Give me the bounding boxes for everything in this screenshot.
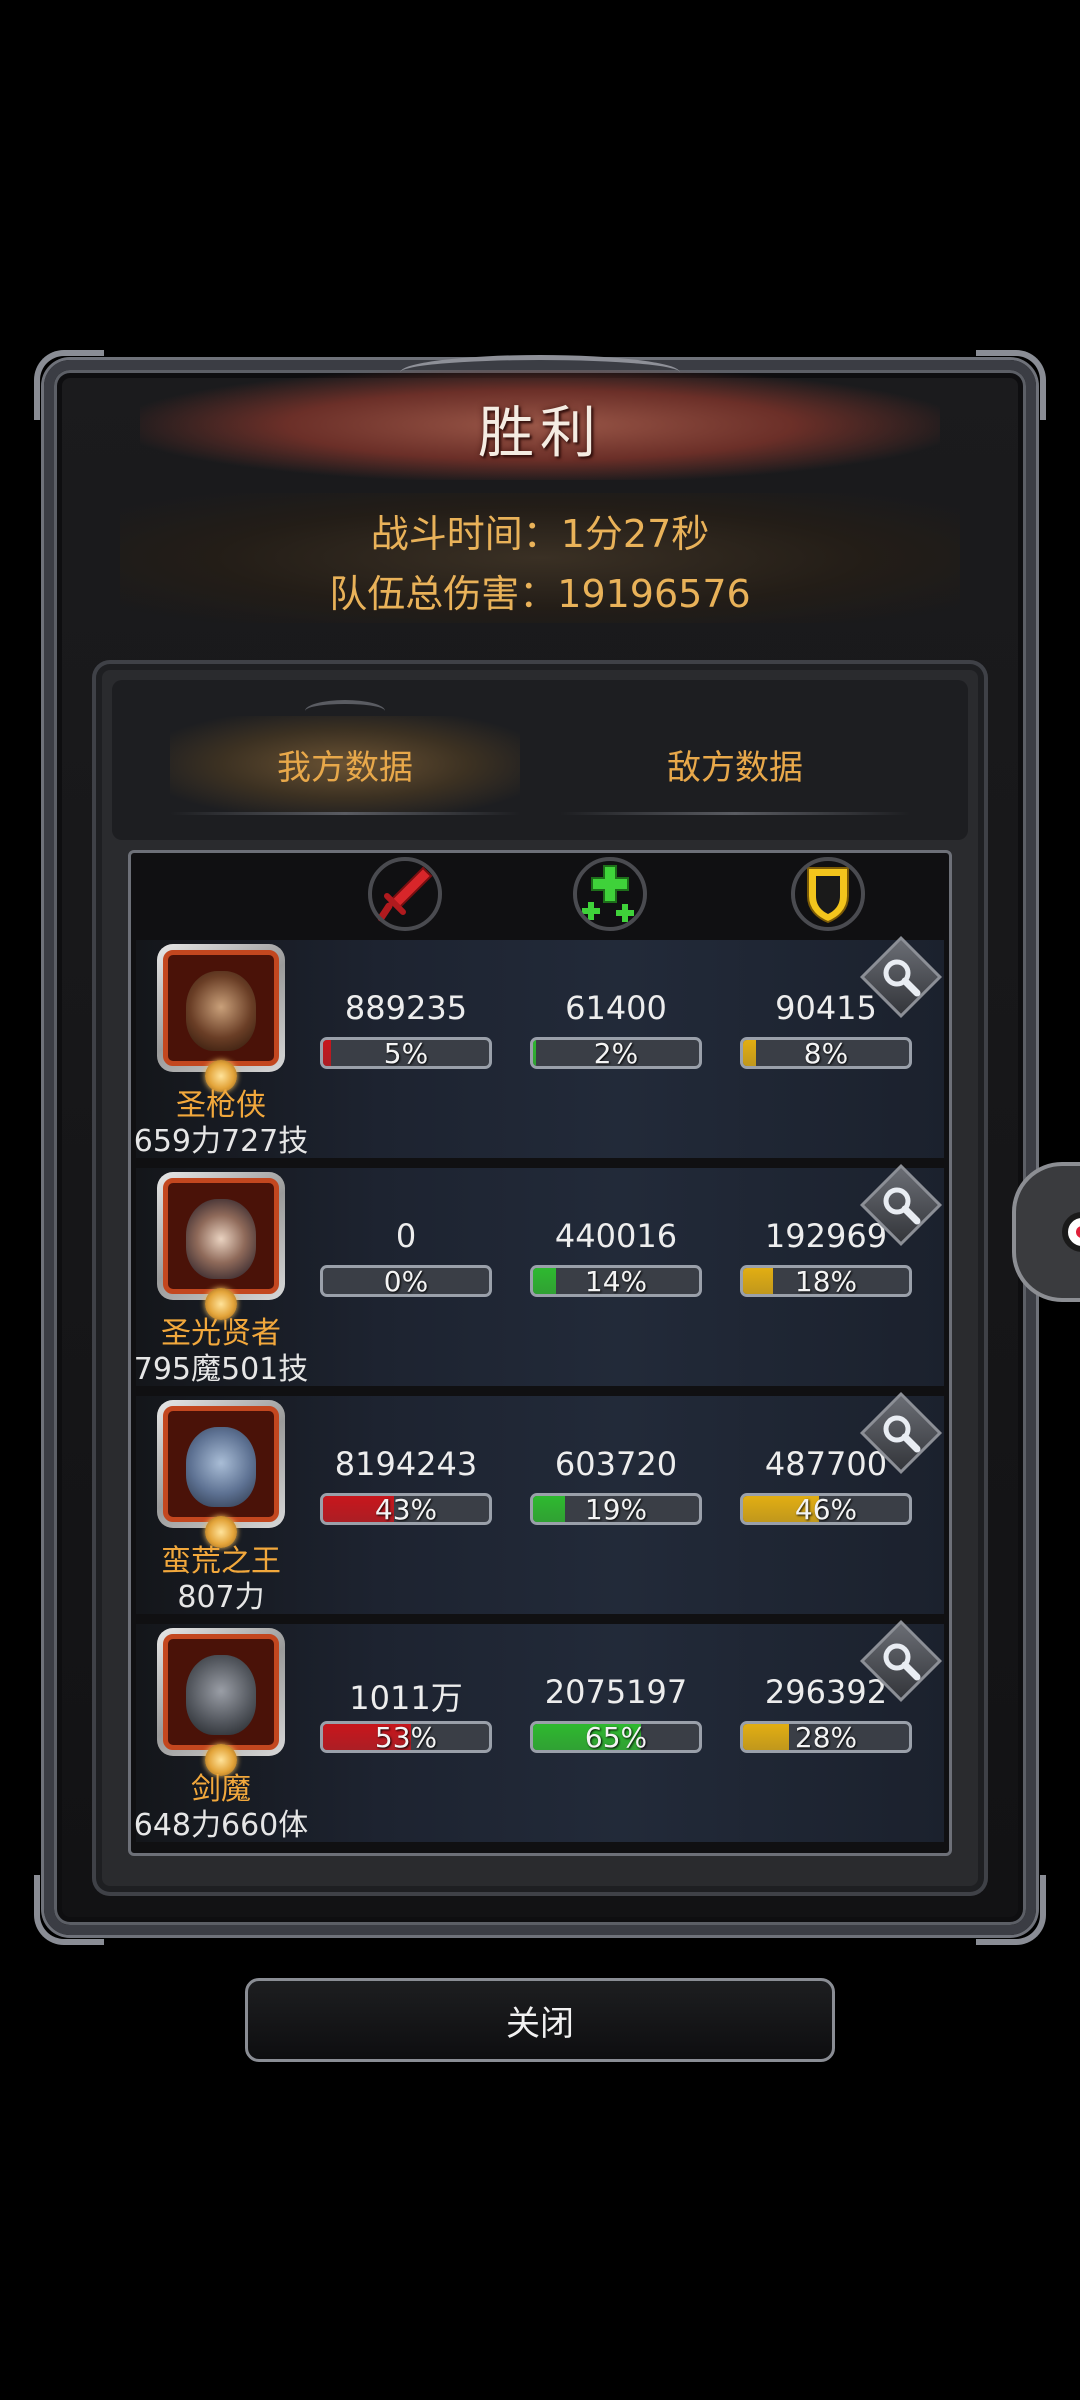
hero-avatar — [186, 1427, 256, 1507]
hero-portrait[interactable] — [157, 1628, 285, 1756]
damage-value: 889235 — [344, 989, 468, 1027]
magnifier-icon — [883, 959, 921, 997]
damage-share-bar: 5% — [320, 1037, 492, 1069]
hero-avatar — [186, 1655, 256, 1735]
tab-enemy-data[interactable]: 敌方数据 — [560, 716, 910, 812]
heal-value: 440016 — [554, 1217, 678, 1255]
hero-attributes: 659力727技 — [133, 1124, 309, 1159]
screen: 胜利 战斗时间：1分27秒 队伍总伤害：19196576 我方数据 敌方数据 圣… — [0, 0, 1080, 2400]
tank-column-header — [783, 855, 873, 933]
damage-column-header — [360, 855, 450, 933]
heal-value: 61400 — [565, 989, 667, 1027]
magnifier-icon — [883, 1187, 921, 1225]
damage-share-bar: 0% — [320, 1265, 492, 1297]
damage-share-percent: 5% — [383, 1037, 429, 1069]
floating-assistant-button[interactable] — [1012, 1162, 1080, 1302]
hero-avatar — [186, 971, 256, 1051]
heal-share-percent: 65% — [584, 1721, 648, 1753]
damage-value: 0 — [395, 1217, 417, 1255]
assistant-icon — [1062, 1212, 1080, 1252]
tank-share-bar: 8% — [740, 1037, 912, 1069]
team-total-damage: 队伍总伤害：19196576 — [329, 572, 751, 616]
damage-value: 1011万 — [349, 1679, 463, 1717]
hero-attributes: 807力 — [177, 1580, 265, 1615]
hero-avatar — [186, 1199, 256, 1279]
tank-share-percent: 46% — [794, 1493, 858, 1525]
damage-share-bar: 43% — [320, 1493, 492, 1525]
heal-share-bar: 14% — [530, 1265, 702, 1297]
heal-share-bar: 65% — [530, 1721, 702, 1753]
heal-value: 2075197 — [544, 1673, 688, 1711]
heal-share-percent: 19% — [584, 1493, 648, 1525]
hero-portrait[interactable] — [157, 1172, 285, 1300]
tank-share-bar: 28% — [740, 1721, 912, 1753]
hero-attributes: 648力660体 — [133, 1808, 309, 1843]
tank-share-percent: 8% — [803, 1037, 849, 1069]
heal-column-header — [565, 855, 655, 933]
tank-share-percent: 18% — [794, 1265, 858, 1297]
tab-underline — [560, 812, 910, 815]
dialog-title: 胜利 — [478, 401, 602, 466]
heal-share-bar: 19% — [530, 1493, 702, 1525]
damage-share-percent: 53% — [374, 1721, 438, 1753]
damage-value: 8194243 — [334, 1445, 478, 1483]
title-ornament — [400, 355, 680, 390]
hero-portrait[interactable] — [157, 1400, 285, 1528]
tab-underline — [170, 812, 520, 815]
magnifier-icon — [883, 1415, 921, 1453]
tab-our-data[interactable]: 我方数据 — [170, 716, 520, 812]
close-button[interactable]: 关闭 — [245, 1978, 835, 2062]
tank-share-bar: 46% — [740, 1493, 912, 1525]
frame-corner-ornament — [976, 1875, 1046, 1945]
heal-share-percent: 14% — [584, 1265, 648, 1297]
heal-share-bar: 2% — [530, 1037, 702, 1069]
magnifier-icon — [883, 1643, 921, 1681]
tank-share-percent: 28% — [794, 1721, 858, 1753]
damage-share-percent: 0% — [383, 1265, 429, 1297]
hero-attributes: 795魔501技 — [133, 1352, 309, 1387]
heal-value: 603720 — [554, 1445, 678, 1483]
damage-share-percent: 43% — [374, 1493, 438, 1525]
hero-portrait[interactable] — [157, 944, 285, 1072]
heal-share-percent: 2% — [593, 1037, 639, 1069]
battle-time: 战斗时间：1分27秒 — [370, 512, 710, 556]
damage-share-bar: 53% — [320, 1721, 492, 1753]
tank-share-bar: 18% — [740, 1265, 912, 1297]
